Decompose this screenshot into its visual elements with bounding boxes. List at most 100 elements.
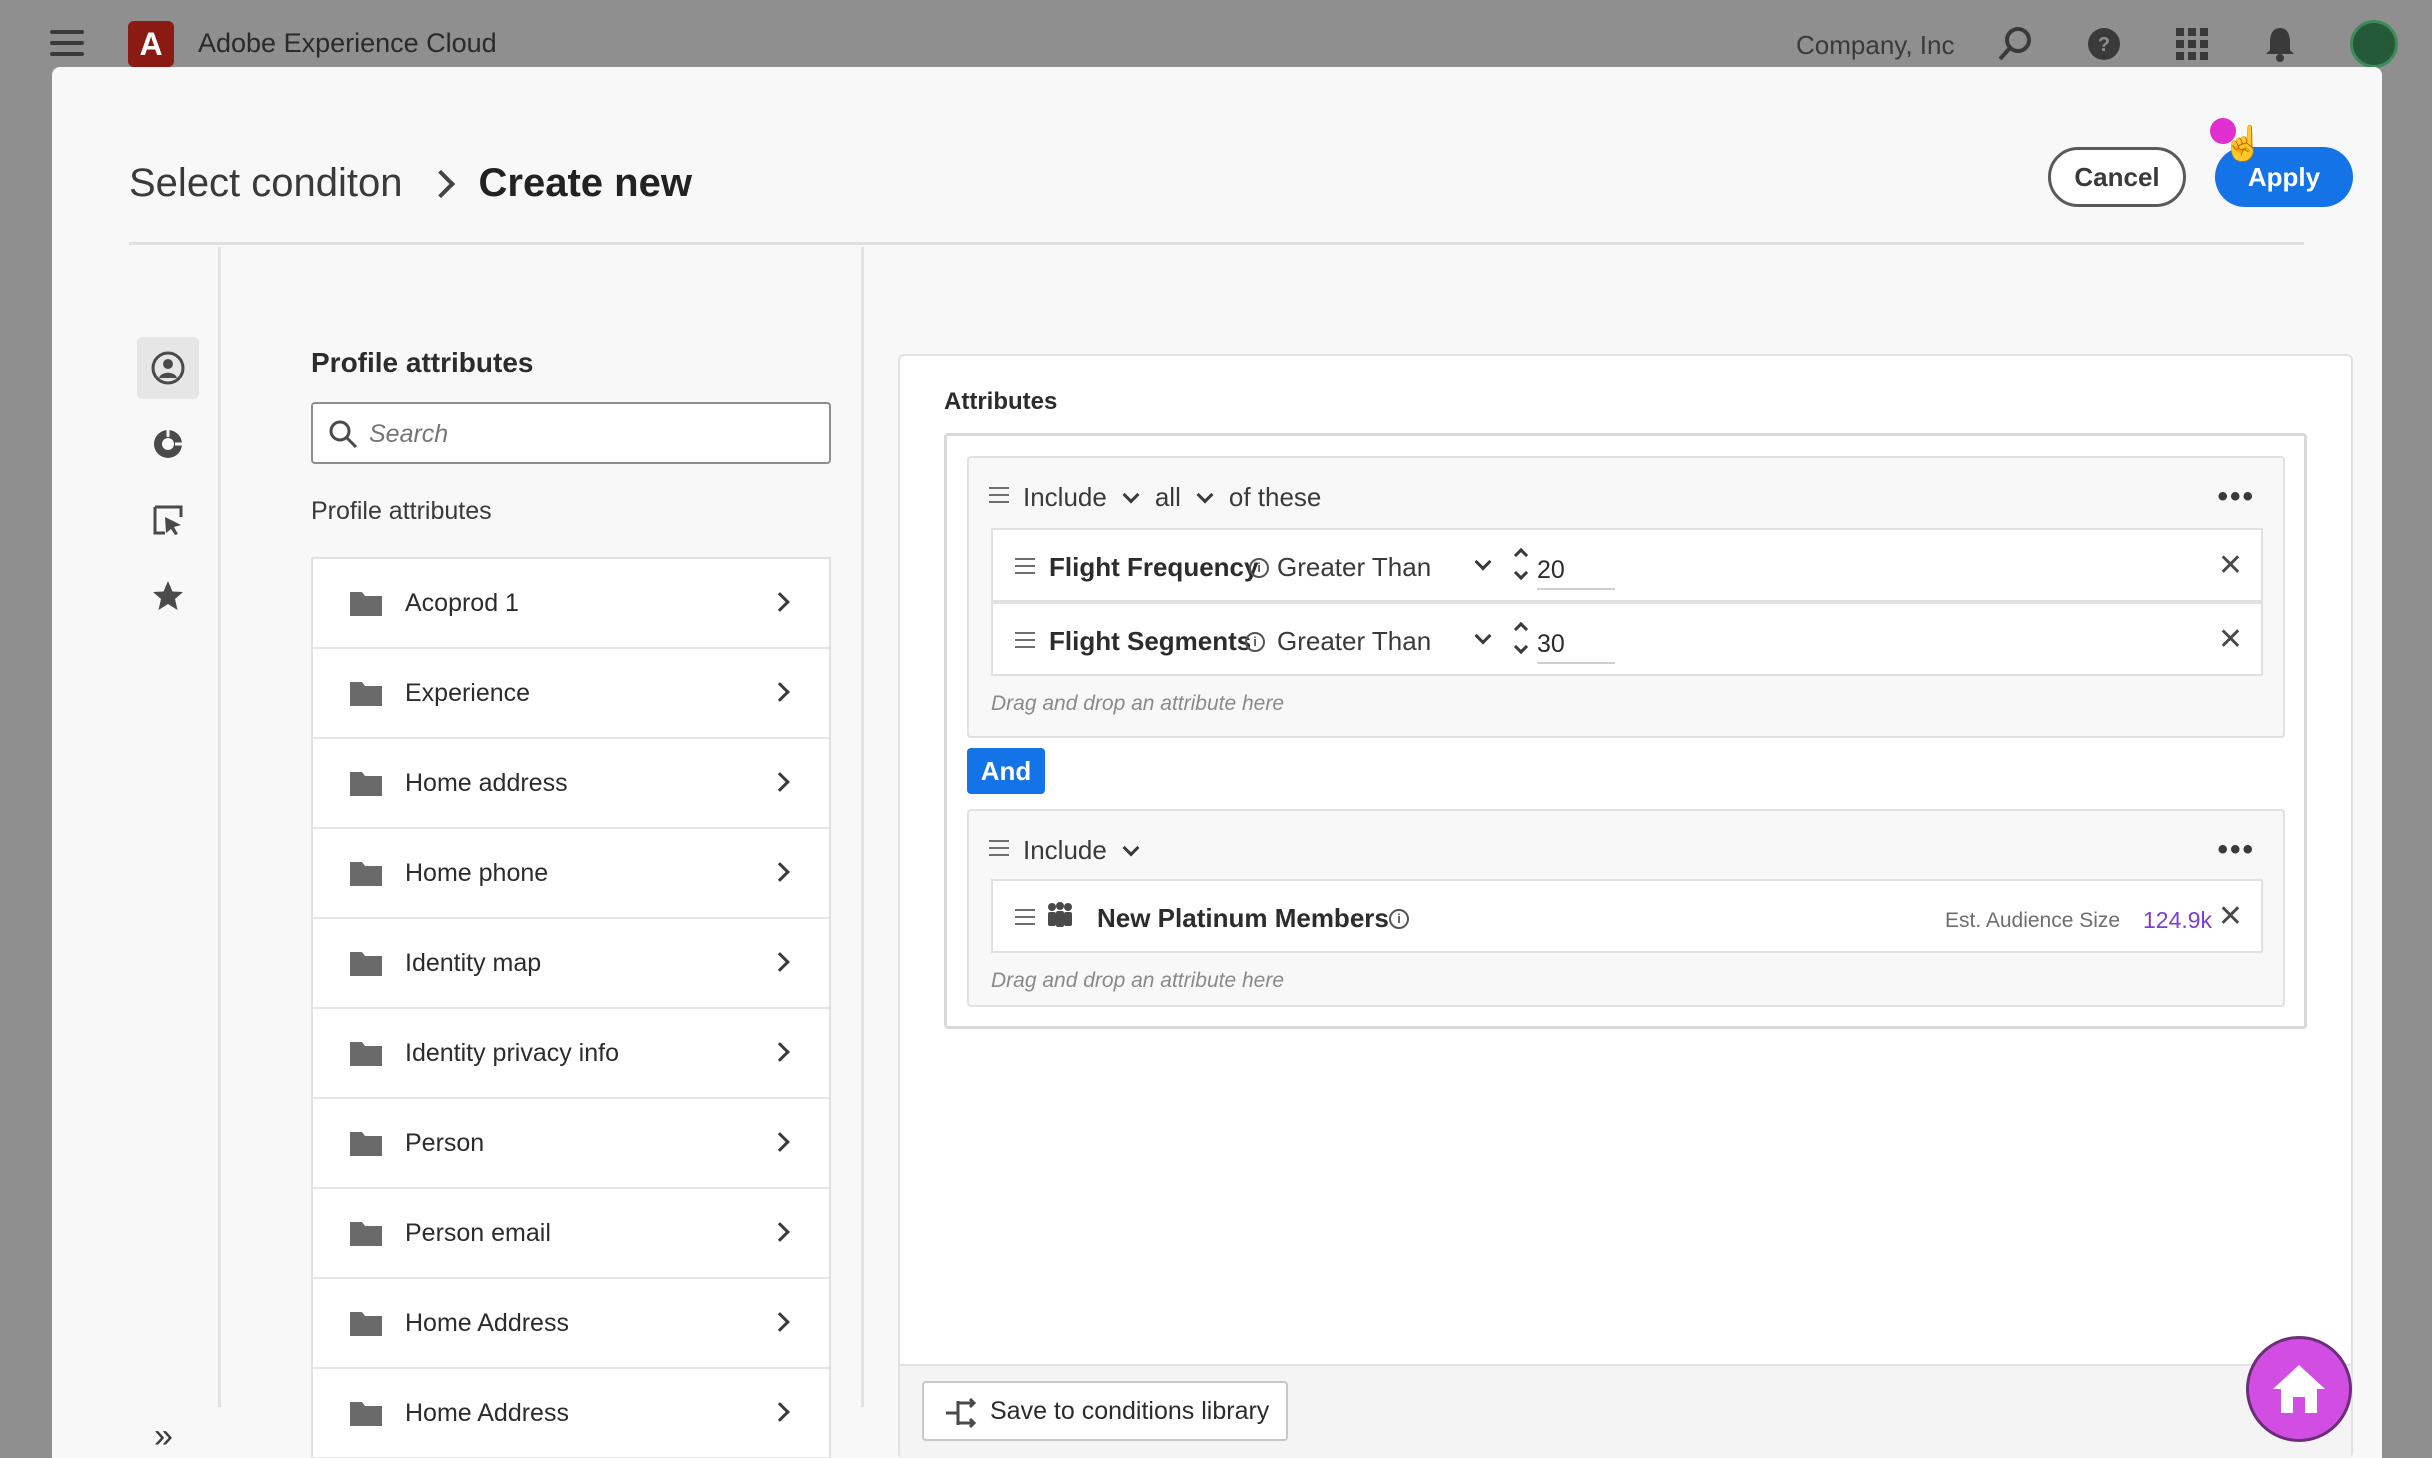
operator-dropdown[interactable]: Greater Than [1277, 552, 1431, 583]
folder-icon [349, 1219, 383, 1252]
drop-zone-hint[interactable]: Drag and drop an attribute here [991, 969, 1284, 993]
condition-attribute-name: Flight Segments [1049, 626, 1252, 656]
app-title: Adobe Experience Cloud [198, 28, 497, 58]
attribute-folder-item[interactable]: Acoprod 1 [313, 559, 829, 649]
chevron-right-icon [770, 1132, 790, 1152]
org-switcher[interactable]: Company, Inc [1796, 30, 1954, 61]
operator-dropdown[interactable]: Greater Than [1277, 626, 1431, 657]
group-header: Include all of these [989, 482, 1321, 513]
info-icon[interactable]: i [1249, 558, 1269, 578]
attribute-folder-item[interactable]: Person [313, 1099, 829, 1189]
apps-grid-icon[interactable] [2172, 24, 2212, 64]
group-header: Include [989, 835, 1155, 866]
attribute-folder-item[interactable]: Home phone [313, 829, 829, 919]
category-rail [129, 247, 221, 1407]
folder-icon [349, 769, 383, 802]
attribute-browser-title: Profile attributes [311, 347, 534, 378]
remove-condition-icon[interactable]: ✕ [2218, 622, 2243, 657]
condition-value-input[interactable] [1537, 626, 1615, 664]
est-audience-value: 124.9k [2143, 907, 2213, 933]
chevron-down-icon[interactable] [1474, 553, 1492, 571]
folder-icon [349, 1399, 383, 1432]
chevron-right-icon [770, 1402, 790, 1422]
group-suffix-text: of these [1228, 482, 1322, 512]
attribute-folder-item[interactable]: Person email [313, 1189, 829, 1279]
segment-row: New Platinum Members i Est. Audience Siz… [991, 879, 2263, 953]
help-icon[interactable]: ? [2084, 24, 2124, 64]
drop-zone-hint[interactable]: Drag and drop an attribute here [991, 692, 1284, 716]
create-condition-modal: Select conditon Create new Cancel Apply … [52, 67, 2382, 1458]
condition-builder: Attributes Include all of these ••• Flig… [898, 354, 2353, 1458]
save-library-icon [944, 1397, 978, 1436]
hand-cursor-icon: ☝ [2222, 125, 2265, 163]
attribute-folder-label: Experience [405, 679, 531, 707]
folder-icon [349, 679, 383, 712]
breadcrumb-select-condition[interactable]: Select conditon [129, 161, 403, 206]
attribute-folder-item[interactable]: Experience [313, 649, 829, 739]
attribute-folder-item[interactable]: Identity map [313, 919, 829, 1009]
chevron-right-icon [770, 1042, 790, 1062]
chevron-right-icon [770, 862, 790, 882]
condition-row: Flight Segments i Greater Than ✕ [991, 602, 2263, 676]
attribute-list: Acoprod 1 Experience Home address Home p… [311, 557, 831, 1458]
condition-container: Include all of these ••• Flight Frequenc… [944, 433, 2307, 1029]
drag-handle-icon[interactable] [1015, 909, 1035, 930]
search-input[interactable] [369, 416, 809, 452]
attribute-folder-label: Identity privacy info [405, 1039, 619, 1067]
folder-icon [349, 1039, 383, 1072]
attribute-folder-label: Home Address [405, 1399, 569, 1427]
remove-condition-icon[interactable]: ✕ [2218, 548, 2243, 583]
chevron-down-icon[interactable] [1196, 486, 1214, 503]
user-avatar[interactable] [2350, 20, 2398, 68]
more-options-icon[interactable]: ••• [2217, 480, 2255, 514]
more-options-icon[interactable]: ••• [2217, 833, 2255, 867]
save-to-library-label: Save to conditions library [990, 1396, 1270, 1425]
chevron-right-icon [770, 1312, 790, 1332]
remove-segment-icon[interactable]: ✕ [2218, 899, 2243, 934]
user-profile-icon [151, 351, 185, 385]
adobe-logo: A [128, 21, 174, 67]
drag-handle-icon[interactable] [989, 840, 1009, 861]
chevron-down-icon[interactable] [1122, 839, 1140, 856]
number-stepper-icon[interactable] [1513, 547, 1529, 584]
chevron-down-icon[interactable] [1122, 486, 1140, 503]
rail-events[interactable] [137, 489, 199, 551]
rail-audiences[interactable] [137, 413, 199, 475]
attribute-folder-item[interactable]: Identity privacy info [313, 1009, 829, 1099]
attribute-search[interactable] [311, 402, 831, 464]
chevron-right-icon [770, 952, 790, 972]
attribute-folder-item[interactable]: Home address [313, 739, 829, 829]
audience-target-icon [154, 430, 182, 458]
quantifier-dropdown[interactable]: all [1155, 482, 1181, 513]
segment-name: New Platinum Members [1097, 903, 1389, 933]
rail-favorites[interactable] [137, 565, 199, 627]
chevron-down-icon[interactable] [1474, 627, 1492, 645]
drag-handle-icon[interactable] [1015, 558, 1035, 579]
info-icon[interactable]: i [1389, 909, 1409, 929]
include-dropdown[interactable]: Include [1023, 835, 1107, 866]
attribute-folder-label: Home address [405, 769, 568, 797]
attribute-folder-item[interactable]: Home Address [313, 1369, 829, 1458]
cancel-button[interactable]: Cancel [2048, 147, 2186, 207]
search-icon[interactable] [1996, 24, 2036, 64]
drag-handle-icon[interactable] [1015, 632, 1035, 653]
folder-icon [349, 859, 383, 892]
hamburger-menu-icon[interactable] [50, 30, 84, 56]
save-to-library-button[interactable]: Save to conditions library [922, 1381, 1288, 1441]
info-icon[interactable]: i [1245, 632, 1265, 652]
rail-profile-attributes[interactable] [137, 337, 199, 399]
audience-group-icon [1045, 901, 1075, 936]
folder-icon [349, 949, 383, 982]
condition-row: Flight Frequency i Greater Than ✕ [991, 528, 2263, 602]
expand-rail-icon[interactable]: » [154, 1417, 173, 1456]
notifications-bell-icon[interactable] [2260, 24, 2300, 64]
folder-icon [349, 1129, 383, 1162]
logic-connector-button[interactable]: And [967, 748, 1045, 794]
svg-text:?: ? [2098, 34, 2110, 56]
attribute-folder-item[interactable]: Home Address [313, 1279, 829, 1369]
number-stepper-icon[interactable] [1513, 621, 1529, 658]
include-dropdown[interactable]: Include [1023, 482, 1107, 513]
drag-handle-icon[interactable] [989, 487, 1009, 508]
condition-value-input[interactable] [1537, 552, 1615, 590]
home-button[interactable] [2246, 1336, 2352, 1442]
